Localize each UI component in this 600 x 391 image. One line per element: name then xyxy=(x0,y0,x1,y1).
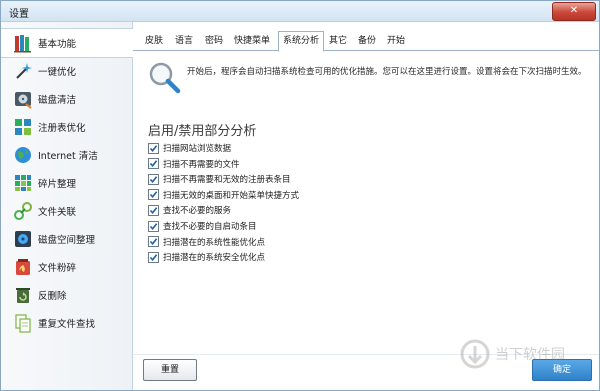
checkmark-icon xyxy=(149,238,158,246)
main-panel: 皮肤 语言 密码 快捷菜单 系统分析 其它 备份 开始 开始后，程序会自动扫描系… xyxy=(133,22,599,390)
option-label: 扫描不再需要和无效的注册表条目 xyxy=(163,175,291,186)
option-label: 扫描不再需要的文件 xyxy=(163,159,240,170)
sidebar-item-label: 注册表优化 xyxy=(38,123,86,134)
sidebar-item-undelete[interactable]: 反删除 xyxy=(1,281,132,309)
checkmark-icon xyxy=(149,191,158,199)
watermark-logo-icon xyxy=(460,339,490,369)
sidebar-item-label: 文件关联 xyxy=(38,207,77,218)
close-button[interactable]: ✕ xyxy=(552,2,596,21)
sidebar-item-shredder[interactable]: 文件粉碎 xyxy=(1,253,132,281)
checkbox[interactable] xyxy=(148,220,159,232)
checkbox[interactable] xyxy=(148,142,159,154)
sidebar-item-one-click[interactable]: 一键优化 xyxy=(1,57,132,85)
checkmark-icon xyxy=(149,175,158,183)
close-icon: ✕ xyxy=(569,5,579,16)
sidebar-item-file-assoc[interactable]: 文件关联 xyxy=(1,197,132,225)
reset-button[interactable]: 重置 xyxy=(143,359,197,381)
tab-password[interactable]: 密码 xyxy=(201,33,227,49)
sidebar-item-label: 磁盘空间整理 xyxy=(38,235,96,246)
sidebar-item-defrag[interactable]: 碎片整理 xyxy=(1,169,132,197)
duplicate-files-icon xyxy=(12,312,34,334)
sidebar-item-disk-space[interactable]: 磁盘空间整理 xyxy=(1,225,132,253)
link-icon xyxy=(12,200,34,222)
checkmark-icon xyxy=(149,207,158,214)
shredder-icon xyxy=(12,256,34,278)
disk-space-icon xyxy=(12,228,34,250)
option-label: 扫描无效的桌面和开始菜单快捷方式 xyxy=(163,190,300,201)
section-title: 启用/禁用部分分析 xyxy=(148,124,257,139)
window-title: 设置 xyxy=(9,9,29,20)
undelete-icon xyxy=(12,284,34,306)
option-label: 查找不必要的自启动条目 xyxy=(163,222,257,232)
globe-icon xyxy=(12,144,34,166)
tab-language[interactable]: 语言 xyxy=(171,33,197,49)
tab-shortcut-menu[interactable]: 快捷菜单 xyxy=(231,33,273,49)
sidebar-item-label: 碎片整理 xyxy=(38,179,77,190)
option-label: 扫描潜在的系统性能优化点 xyxy=(163,237,266,248)
option-row[interactable]: 扫描潜在的系统性能优化点 xyxy=(148,235,265,249)
sidebar-item-label: 重复文件查找 xyxy=(38,319,96,330)
tab-system-analysis[interactable]: 系统分析 xyxy=(278,31,324,52)
sidebar-item-disk-clean[interactable]: 磁盘清洁 xyxy=(1,85,132,113)
sidebar-item-label: 一键优化 xyxy=(38,67,77,78)
option-label: 扫描网站浏览数据 xyxy=(163,144,232,154)
checkmark-icon xyxy=(149,160,158,168)
tab-backup[interactable]: 备份 xyxy=(355,33,379,49)
checkbox[interactable] xyxy=(148,236,159,248)
checkmark-icon xyxy=(149,253,158,261)
sidebar-item-label: 基本功能 xyxy=(38,39,77,50)
option-row[interactable]: 查找不必要的自启动条目 xyxy=(148,219,257,233)
sidebar-item-label: 磁盘清洁 xyxy=(38,95,77,106)
tab-start[interactable]: 开始 xyxy=(384,33,408,49)
checkbox[interactable] xyxy=(148,173,159,185)
sidebar-item-registry[interactable]: 注册表优化 xyxy=(1,113,132,141)
sidebar-item-label: 反删除 xyxy=(38,291,67,302)
option-row[interactable]: 扫描网站浏览数据 xyxy=(148,141,231,155)
watermark-text: 当下软件园 xyxy=(495,347,565,363)
option-row[interactable]: 扫描不再需要的文件 xyxy=(148,157,240,171)
title-bar[interactable]: 设置 ✕ xyxy=(1,1,599,22)
tab-bar: 皮肤 语言 密码 快捷菜单 系统分析 其它 备份 开始 xyxy=(133,31,599,52)
tab-other[interactable]: 其它 xyxy=(326,33,350,49)
disk-clean-icon xyxy=(12,88,34,110)
sidebar-item-label: 文件粉碎 xyxy=(38,263,77,274)
description-text: 开始后，程序会自动扫描系统检查可用的优化措施。您可以在这里进行设置。设置将会在下… xyxy=(187,67,587,77)
watermark: 当下软件园 xyxy=(459,338,579,378)
option-row[interactable]: 查找不必要的服务 xyxy=(148,203,231,217)
checkmark-icon xyxy=(149,222,158,230)
tab-skin[interactable]: 皮肤 xyxy=(141,33,167,49)
books-icon xyxy=(12,32,34,54)
magic-wand-icon xyxy=(12,60,34,82)
registry-icon xyxy=(12,116,34,138)
option-row[interactable]: 扫描无效的桌面和开始菜单快捷方式 xyxy=(148,188,299,202)
option-row[interactable]: 扫描潜在的系统安全优化点 xyxy=(148,250,265,264)
search-icon xyxy=(147,60,183,96)
sidebar-item-duplicate[interactable]: 重复文件查找 xyxy=(1,309,132,337)
checkbox[interactable] xyxy=(148,189,159,201)
sidebar-item-basic[interactable]: 基本功能 xyxy=(1,28,133,58)
sidebar: 基本功能 一键优化 磁盘清洁 注册表优化 Internet 清洁 碎片整理 文件… xyxy=(1,22,133,390)
checkmark-icon xyxy=(149,144,158,152)
checkbox[interactable] xyxy=(148,251,159,263)
option-label: 查找不必要的服务 xyxy=(163,206,232,217)
option-row[interactable]: 扫描不再需要和无效的注册表条目 xyxy=(148,172,291,186)
sidebar-item-internet[interactable]: Internet 清洁 xyxy=(1,141,132,169)
sidebar-item-label: Internet 清洁 xyxy=(38,151,98,162)
checkbox[interactable] xyxy=(148,158,159,170)
settings-window: 设置 ✕ 基本功能 一键优化 磁盘清洁 注册表优化 Internet 清洁 碎片… xyxy=(0,0,600,391)
checkbox[interactable] xyxy=(148,204,159,216)
defrag-icon xyxy=(12,172,34,194)
option-label: 扫描潜在的系统安全优化点 xyxy=(163,253,266,264)
